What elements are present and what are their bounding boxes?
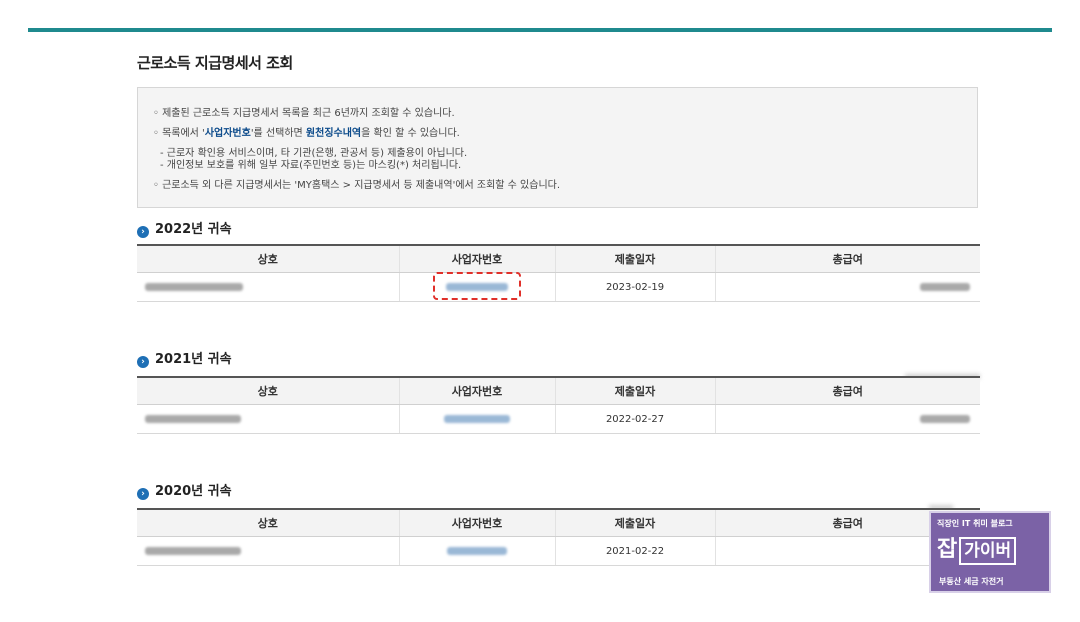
col-company: 상호: [137, 244, 399, 273]
salary-cell-masked: [714, 272, 980, 302]
col-salary: 총급여: [714, 244, 980, 273]
date-cell: 2023-02-19: [554, 272, 715, 302]
col-bizno: 사업자번호: [398, 376, 555, 405]
notice-box: ◦ 제출된 근로소득 지급명세서 목록을 최근 6년까지 조회할 수 있습니다.…: [137, 87, 978, 208]
table-row: 2022-02-27: [137, 404, 980, 434]
company-cell-masked: [137, 536, 399, 566]
arrow-circle-icon: ›: [137, 226, 149, 238]
results-table-2022: 상호 사업자번호 제출일자 총급여 2023-02-19: [137, 244, 980, 302]
salary-cell-masked: [714, 404, 980, 434]
col-bizno: 사업자번호: [398, 508, 555, 537]
notice-highlight-withholding: 원천징수내역: [305, 128, 362, 139]
highlight-box: [433, 272, 521, 300]
watermark-top-text: 직장인 IT 취미 블로그: [937, 519, 1013, 528]
top-accent-bar: [28, 28, 1052, 32]
notice-highlight-bizno: 사업자번호: [204, 128, 251, 139]
date-cell: 2022-02-27: [554, 404, 715, 434]
col-date: 제출일자: [554, 244, 715, 273]
blog-watermark-logo: 직장인 IT 취미 블로그 잡 가이버 부동산 세금 자전거: [929, 511, 1051, 593]
notice-line-4: - 개인정보 보호를 위해 일부 자료(주민번호 등)는 마스킹(*) 처리됩니…: [160, 160, 462, 171]
notice-line-2: ◦ 목록에서 '사업자번호'를 선택하면 원천징수내역을 확인 할 수 있습니다…: [153, 128, 460, 139]
bizno-link[interactable]: [398, 404, 555, 434]
col-date: 제출일자: [554, 376, 715, 405]
arrow-circle-icon: ›: [137, 356, 149, 368]
section-title-2022: › 2022년 귀속: [137, 218, 232, 238]
date-cell: 2021-02-22: [554, 536, 715, 566]
bizno-link[interactable]: [398, 536, 555, 566]
section-title-2021: › 2021년 귀속: [137, 348, 232, 368]
page-title: 근로소득 지급명세서 조회: [137, 54, 293, 72]
company-cell-masked: [137, 272, 399, 302]
col-date: 제출일자: [554, 508, 715, 537]
results-table-2021: 상호 사업자번호 제출일자 총급여 2022-02-27: [137, 376, 980, 434]
table-row: 2023-02-19: [137, 272, 980, 302]
arrow-circle-icon: ›: [137, 488, 149, 500]
col-company: 상호: [137, 376, 399, 405]
notice-line-5: ◦ 근로소득 외 다른 지급명세서는 'MY홈택스 > 지급명세서 등 제출내역…: [153, 180, 561, 191]
col-salary: 총급여: [714, 376, 980, 405]
results-table-2020: 상호 사업자번호 제출일자 총급여 2021-02-22: [137, 508, 980, 566]
col-company: 상호: [137, 508, 399, 537]
company-cell-masked: [137, 404, 399, 434]
col-bizno: 사업자번호: [398, 244, 555, 273]
watermark-main-text: 잡 가이버: [937, 535, 1017, 565]
notice-line-1: ◦ 제출된 근로소득 지급명세서 목록을 최근 6년까지 조회할 수 있습니다.: [153, 108, 455, 119]
watermark-bottom-text: 부동산 세금 자전거: [939, 577, 1004, 586]
table-row: 2021-02-22: [137, 536, 980, 566]
section-title-2020: › 2020년 귀속: [137, 480, 232, 500]
